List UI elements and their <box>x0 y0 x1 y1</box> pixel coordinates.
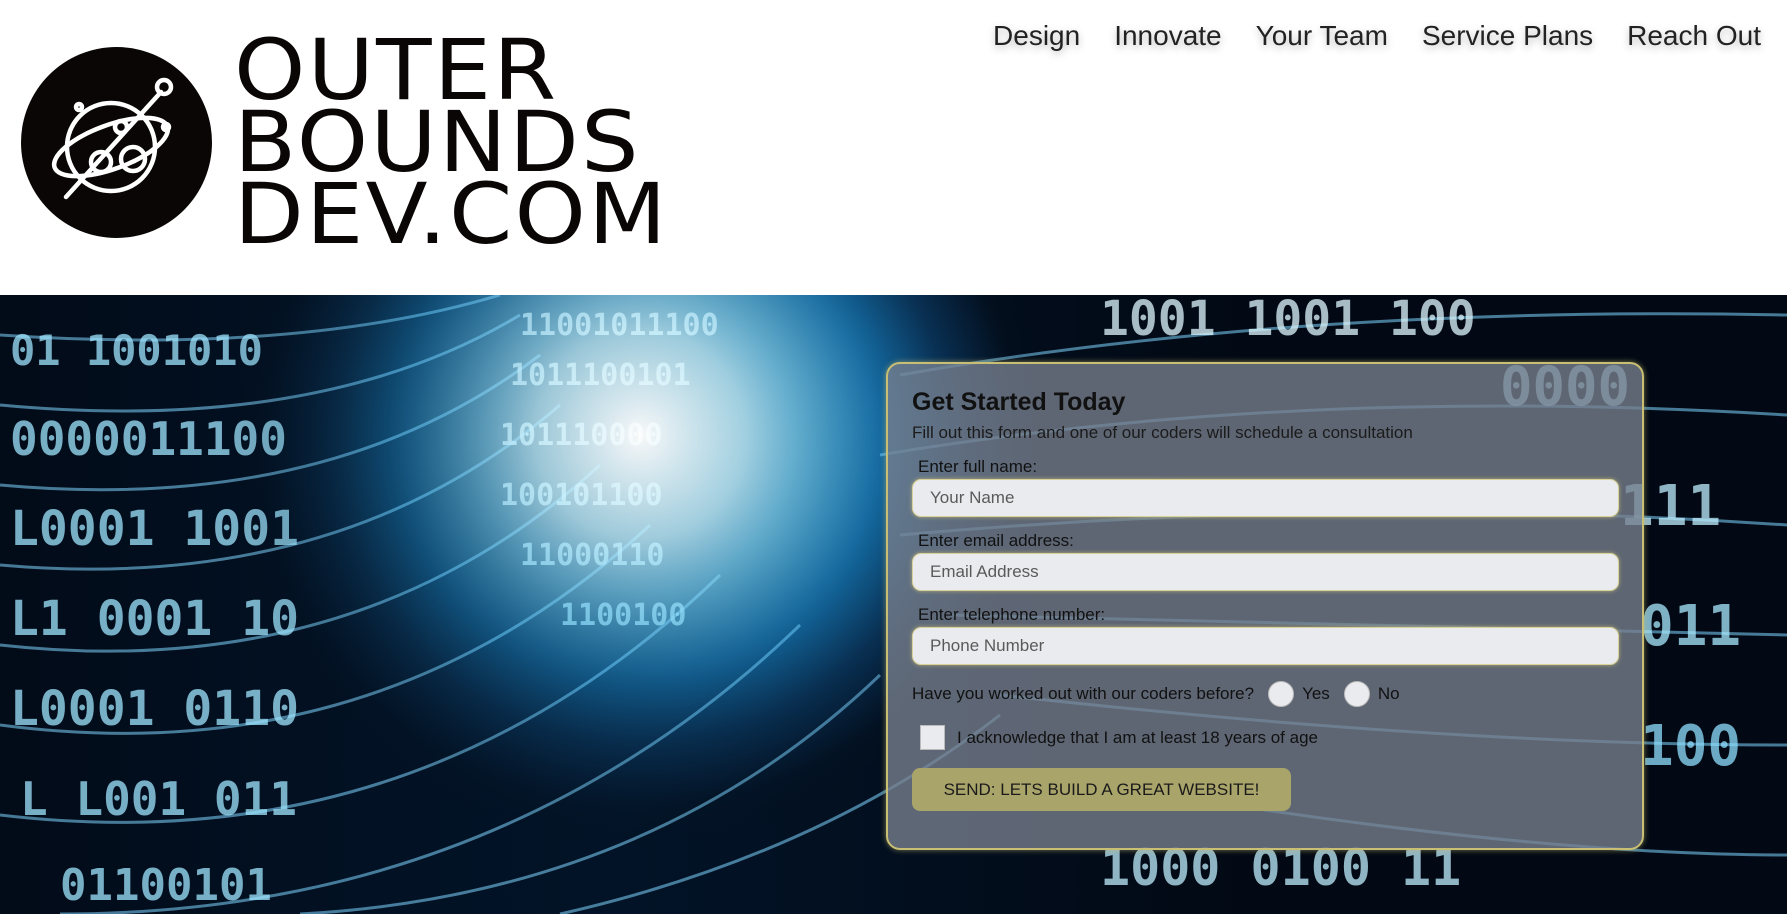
nav-item-your-team[interactable]: Your Team <box>1256 20 1388 52</box>
logo-line-3: DEV.COM <box>234 165 669 263</box>
radio-no-label: No <box>1377 684 1400 703</box>
worked-before-question: Have you worked out with our coders befo… <box>912 681 1618 707</box>
question-label: Have you worked out with our coders befo… <box>912 684 1255 703</box>
get-started-form: Get Started Today Fill out this form and… <box>886 362 1644 850</box>
nav-item-design[interactable]: Design <box>993 20 1080 52</box>
site-header: OUTER BOUNDS DEV.COM Design Innovate You… <box>0 0 1787 295</box>
age-acknowledgement: I acknowledge that I am at least 18 year… <box>920 725 1618 750</box>
send-button[interactable]: SEND: LETS BUILD A GREAT WEBSITE! <box>912 768 1291 811</box>
planet-orbit-icon <box>21 46 212 238</box>
age-checkbox[interactable] <box>920 725 945 750</box>
email-field-label: Enter email address: <box>918 531 1074 550</box>
name-field[interactable] <box>912 479 1619 517</box>
nav-item-reach-out[interactable]: Reach Out <box>1627 20 1761 52</box>
main-nav: Design Innovate Your Team Service Plans … <box>959 20 1761 52</box>
email-field[interactable] <box>912 553 1619 591</box>
age-checkbox-label: I acknowledge that I am at least 18 year… <box>957 727 1318 747</box>
phone-field-label: Enter telephone number: <box>918 605 1106 624</box>
logo-wordmark: OUTER BOUNDS DEV.COM <box>234 28 669 263</box>
form-title: Get Started Today <box>912 388 1126 416</box>
nav-item-innovate[interactable]: Innovate <box>1114 20 1221 52</box>
radio-yes[interactable] <box>1268 681 1295 707</box>
nav-item-service-plans[interactable]: Service Plans <box>1422 20 1593 52</box>
form-subtitle: Fill out this form and one of our coders… <box>912 423 1413 442</box>
radio-yes-label: Yes <box>1302 684 1330 703</box>
radio-no[interactable] <box>1343 681 1370 707</box>
name-field-label: Enter full name: <box>918 457 1038 476</box>
site-logo[interactable]: OUTER BOUNDS DEV.COM <box>21 28 666 256</box>
phone-field[interactable] <box>912 627 1619 665</box>
